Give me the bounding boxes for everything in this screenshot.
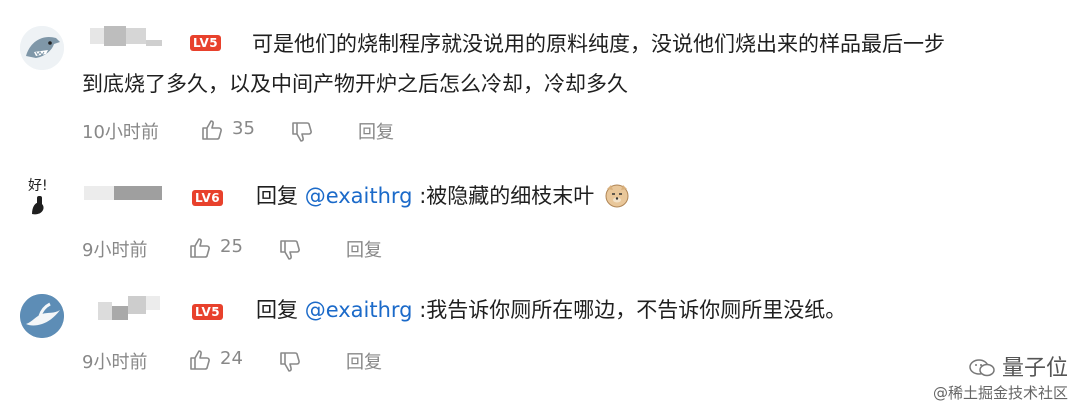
shark-avatar-icon	[20, 26, 64, 70]
thumbs-up-icon[interactable]	[188, 348, 212, 372]
comment-meta: 10小时前 35 回复	[82, 118, 482, 148]
mention-link[interactable]: @exaithrg	[305, 184, 413, 208]
watermark-brand: 量子位	[1001, 356, 1068, 381]
username-masked[interactable]	[84, 296, 184, 322]
reply-button[interactable]: 回复	[358, 118, 394, 144]
reply-body: :我告诉你厕所在哪边，不告诉你厕所里没纸。	[412, 298, 847, 322]
watermark: 量子位 @稀土掘金技术社区	[933, 355, 1068, 403]
like-count: 35	[232, 118, 255, 139]
timestamp: 9小时前	[82, 352, 148, 373]
reply-prefix: 回复	[256, 298, 305, 322]
like-count: 24	[220, 348, 243, 369]
username-masked[interactable]	[84, 186, 184, 212]
reply-text: 回复 @exaithrg :我告诉你厕所在哪边，不告诉你厕所里没纸。	[256, 292, 846, 328]
avatar[interactable]: 好!	[20, 174, 64, 218]
mention-link[interactable]: @exaithrg	[305, 298, 413, 322]
watermark-community: @稀土掘金技术社区	[932, 384, 1068, 402]
avatar-text: 好!	[28, 178, 48, 194]
level-badge: LV6	[192, 190, 224, 206]
reply-button[interactable]: 回复	[346, 236, 382, 262]
watermark-brand-row: 量子位	[933, 355, 1068, 383]
wechat-icon	[969, 359, 995, 377]
thumbs-down-icon[interactable]	[290, 120, 314, 144]
doge-emoji-icon	[605, 184, 629, 208]
comment-text-line-1: 可是他们的烧制程序就没说用的原料纯度，没说他们烧出来的样品最后一步	[252, 32, 945, 56]
timestamp: 9小时前	[82, 240, 148, 261]
seagull-avatar-icon	[20, 294, 64, 338]
username-masked[interactable]	[84, 26, 184, 52]
avatar[interactable]	[20, 26, 64, 70]
timestamp: 10小时前	[82, 122, 159, 143]
reply-prefix: 回复	[256, 184, 305, 208]
comment-meta: 9小时前 24 回复	[82, 348, 482, 378]
thumbs-up-icon[interactable]	[188, 236, 212, 260]
level-badge: LV5	[190, 35, 222, 51]
reply-text: 回复 @exaithrg :被隐藏的细枝末叶	[256, 178, 631, 214]
comment-1: LV5 可是他们的烧制程序就没说用的原料纯度，没说他们烧出来的样品最后一步 到底…	[0, 20, 1080, 150]
thumbs-down-icon[interactable]	[278, 238, 302, 262]
avatar[interactable]	[20, 294, 64, 338]
comment-text-line-2: 到底烧了多久，以及中间产物开炉之后怎么冷却，冷却多久	[82, 72, 628, 96]
like-count: 25	[220, 236, 243, 257]
comment-3: LV5 回复 @exaithrg :我告诉你厕所在哪边，不告诉你厕所里没纸。 9…	[0, 282, 1080, 392]
reply-button[interactable]: 回复	[346, 348, 382, 374]
thumbs-down-icon[interactable]	[278, 350, 302, 374]
comment-2: 好! LV6 回复 @exaithrg :被隐藏的细枝末叶 9小时前 25 回复	[0, 172, 1080, 272]
thumbs-up-icon[interactable]	[200, 118, 224, 142]
sticker-avatar-icon: 好!	[28, 178, 48, 215]
level-badge: LV5	[192, 304, 224, 320]
reply-body: :被隐藏的细枝末叶	[412, 184, 595, 208]
comment-meta: 9小时前 25 回复	[82, 236, 482, 266]
